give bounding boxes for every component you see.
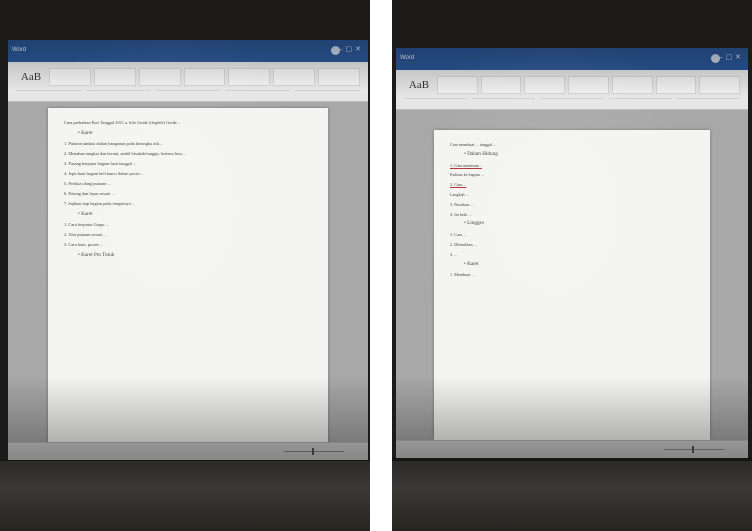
zoom-slider xyxy=(664,446,724,453)
doc-paragraph: 1. Cara berputar Garpu ... xyxy=(64,222,109,227)
doc-heading: Karet xyxy=(78,211,312,217)
doc-paragraph: 3. Cara baru, proses ... xyxy=(64,242,104,247)
document-canvas: Cara perbaikan Box Tanggal 2011 a. hilo … xyxy=(8,102,368,446)
style-item xyxy=(138,68,181,86)
doc-paragraph: 5. Periksa ulang putaran ... xyxy=(64,181,111,186)
style-item xyxy=(480,76,522,94)
word-title-bar: Word –▢✕ xyxy=(396,48,748,70)
doc-intro: Cara perbaikan Box Tanggal 2011 a. hilo … xyxy=(64,120,182,125)
doc-paragraph: 4. Ini kelir ... xyxy=(450,211,472,217)
doc-paragraph: 2. Diletakkan ... xyxy=(450,241,477,247)
doc-heading: Karet Pm Tutuk xyxy=(78,252,312,258)
ribbon-groups xyxy=(16,90,360,98)
style-item xyxy=(611,76,653,94)
doc-intro: Cara membuat ... tanggal ... xyxy=(450,142,497,147)
window-title: Word xyxy=(400,55,415,61)
doc-paragraph: 1. Putaran tandasi dalam bangunan pada k… xyxy=(64,141,163,146)
ribbon: AaB xyxy=(396,70,748,110)
doc-paragraph: 6. Potong dan lepas sesuai ... xyxy=(64,191,115,196)
photo-left: Word –▢✕ AaB Cara perbaikan Box Tanggal … xyxy=(0,0,370,531)
doc-paragraph: 1. Membuat ... xyxy=(450,272,475,278)
doc-heading: Lingges xyxy=(464,221,694,227)
styles-gallery: AaB xyxy=(404,74,741,94)
document-page: Cara perbaikan Box Tanggal 2011 a. hilo … xyxy=(48,108,328,446)
desk-surface xyxy=(0,461,370,531)
style-item xyxy=(524,76,566,94)
doc-heading: Karet xyxy=(464,261,694,268)
style-item xyxy=(437,76,478,94)
zoom-slider xyxy=(284,448,344,455)
window-title: Word xyxy=(12,47,27,53)
doc-paragraph: 2. Menahan tangkai dan berani, ambil bis… xyxy=(64,151,187,156)
doc-paragraph: 1. Cara membuat... xyxy=(450,162,482,168)
style-title: AaB xyxy=(20,71,42,83)
style-item xyxy=(228,68,271,86)
doc-paragraph: 7. Sajikan tiap bagian pada tempatnya ..… xyxy=(64,201,136,206)
style-item xyxy=(273,68,316,86)
doc-paragraph: Kulitan ke bagian ... xyxy=(450,172,484,178)
style-item xyxy=(655,76,697,94)
doc-paragraph: 1. Cara ... xyxy=(450,232,467,238)
style-item xyxy=(318,68,361,86)
style-item xyxy=(49,68,91,86)
style-item xyxy=(93,68,136,86)
ribbon: AaB xyxy=(8,62,368,102)
photo-gap xyxy=(370,0,392,531)
laptop-screen: Word –▢✕ AaB Cara membuat ... tanggal ..… xyxy=(396,48,748,458)
doc-paragraph: 3. Pasang berputar bagian baut tanggal .… xyxy=(64,161,137,166)
document-canvas: Cara membuat ... tanggal ... Dalam Hidun… xyxy=(396,110,748,440)
word-title-bar: Word –▢✕ xyxy=(8,40,368,62)
ribbon-groups xyxy=(404,98,741,106)
doc-heading: Karet xyxy=(78,130,312,136)
styles-gallery: AaB xyxy=(16,66,361,86)
window-controls-icon: –▢✕ xyxy=(718,54,744,61)
doc-paragraph: 2. Alur putaran sesuai ... xyxy=(64,232,107,237)
status-bar xyxy=(8,442,368,460)
style-item xyxy=(183,68,226,86)
style-item xyxy=(699,76,741,94)
doc-heading: Dalam Hidung xyxy=(464,151,694,158)
doc-paragraph: 4. Jepit baut bagian beli kunci dalam po… xyxy=(64,171,145,176)
doc-paragraph: 3. ... xyxy=(450,251,458,257)
photo-right: Word –▢✕ AaB Cara membuat ... tanggal ..… xyxy=(392,0,752,531)
status-bar xyxy=(396,440,748,458)
doc-paragraph: 2. Cara ... xyxy=(450,182,467,188)
doc-paragraph: Langkah ... xyxy=(450,191,469,197)
desk-surface xyxy=(392,461,752,531)
style-title: AaB xyxy=(408,79,430,91)
doc-paragraph: 3. Pasarkan ... xyxy=(450,201,474,207)
document-page: Cara membuat ... tanggal ... Dalam Hidun… xyxy=(434,130,710,440)
laptop-screen: Word –▢✕ AaB Cara perbaikan Box Tanggal … xyxy=(8,40,368,460)
window-controls-icon: –▢✕ xyxy=(338,46,364,53)
style-item xyxy=(568,76,609,94)
